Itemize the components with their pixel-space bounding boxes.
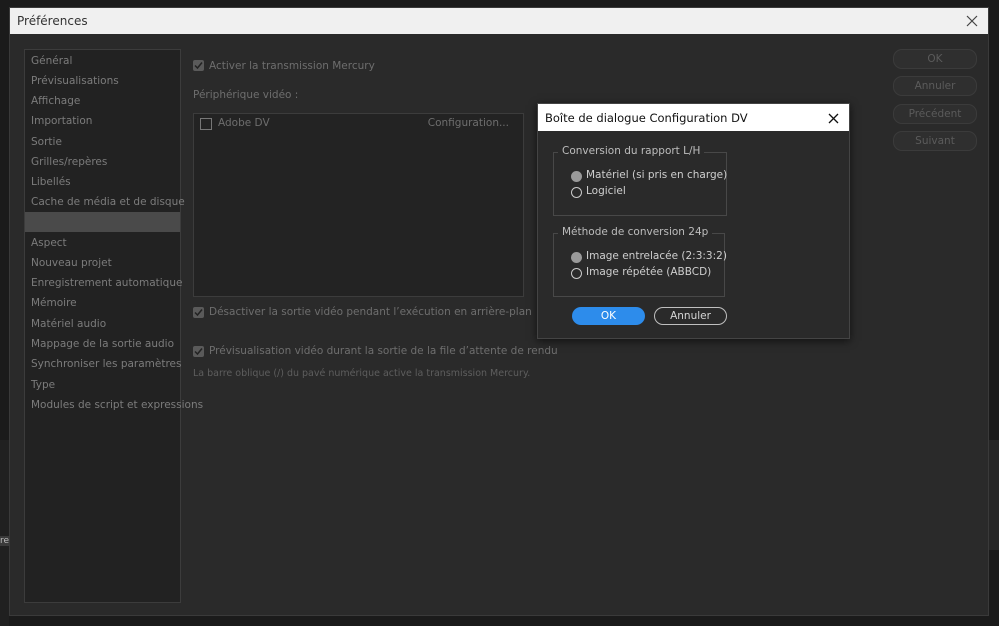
close-icon[interactable] — [823, 108, 843, 128]
dv-dialog-title: Boîte de dialogue Configuration DV — [545, 111, 748, 125]
aspect-ratio-legend: Conversion du rapport L/H — [558, 145, 705, 157]
sidebar-item-memory[interactable]: Mémoire — [25, 293, 180, 313]
sidebar-item-display[interactable]: Affichage — [25, 91, 180, 111]
mercury-label: Activer la transmission Mercury — [209, 60, 375, 72]
sidebar-item-output[interactable]: Sortie — [25, 132, 180, 152]
aspect-ratio-group — [553, 152, 727, 216]
dv-cancel-button[interactable]: Annuler — [654, 307, 727, 325]
pulldown-method-group — [553, 233, 725, 297]
sidebar-item-new-project[interactable]: Nouveau projet — [25, 253, 180, 273]
render-queue-preview-label: Prévisualisation vidéo durant la sortie … — [209, 345, 558, 357]
radio-software[interactable] — [571, 187, 582, 198]
next-button[interactable]: Suivant — [893, 131, 977, 151]
radio-software-label: Logiciel — [586, 185, 626, 197]
sidebar-item-audio-hardware[interactable]: Matériel audio — [25, 314, 180, 334]
sidebar-item-sync-settings[interactable]: Synchroniser les paramètres — [25, 354, 182, 374]
radio-interlaced-label: Image entrelacée (2:3:3:2) — [586, 250, 727, 262]
background-app-panel-right — [989, 440, 999, 550]
sidebar-item-audio-mapping[interactable]: Mappage de la sortie audio — [25, 334, 180, 354]
mercury-checkbox[interactable] — [193, 60, 204, 71]
sidebar-item-grids[interactable]: Grilles/repères — [25, 152, 180, 172]
sidebar-item-labels[interactable]: Libellés — [25, 172, 180, 192]
radio-interlaced[interactable] — [571, 252, 582, 263]
sidebar-item-previews[interactable]: Prévisualisations — [25, 71, 180, 91]
mercury-hint: La barre oblique (/) du pavé numérique a… — [193, 368, 531, 379]
dv-dialog-titlebar: Boîte de dialogue Configuration DV — [538, 104, 849, 131]
adobe-dv-checkbox[interactable] — [200, 118, 212, 130]
pulldown-method-legend: Méthode de conversion 24p — [558, 226, 713, 238]
video-device-heading: Périphérique vidéo : — [193, 89, 299, 101]
preferences-titlebar: Préférences — [10, 8, 988, 34]
window-title: Préférences — [17, 14, 88, 28]
device-config-link[interactable]: Configuration... — [428, 117, 509, 129]
sidebar-item-scripting[interactable]: Modules de script et expressions — [25, 395, 203, 415]
disable-bg-label: Désactiver la sortie vidéo pendant l’exé… — [209, 306, 532, 318]
background-app-panel — [0, 440, 9, 626]
background-edge-text: re — [0, 536, 9, 546]
cancel-button[interactable]: Annuler — [893, 76, 977, 96]
sidebar-item-media-cache[interactable]: Cache de média et de disque — [25, 192, 185, 212]
ok-button[interactable]: OK — [893, 49, 977, 69]
radio-repeated[interactable] — [571, 268, 582, 279]
close-icon[interactable] — [962, 11, 982, 31]
dv-ok-button[interactable]: OK — [572, 307, 645, 325]
dv-config-dialog: Boîte de dialogue Configuration DV Conve… — [537, 103, 850, 339]
render-queue-preview-checkbox[interactable] — [193, 346, 204, 357]
disable-bg-checkbox[interactable] — [193, 307, 204, 318]
sidebar-item-type[interactable]: Type — [25, 375, 180, 395]
sidebar-item-import[interactable]: Importation — [25, 111, 180, 131]
preferences-sidebar: Général Prévisualisations Affichage Impo… — [24, 49, 203, 603]
device-name: Adobe DV — [218, 117, 270, 129]
radio-hardware[interactable] — [571, 171, 582, 182]
previous-button[interactable]: Précédent — [893, 104, 977, 124]
sidebar-item-video-preview[interactable] — [25, 212, 180, 232]
sidebar-item-general[interactable]: Général — [25, 51, 180, 71]
radio-repeated-label: Image répétée (ABBCD) — [586, 266, 712, 278]
video-device-list: Adobe DV Configuration... — [193, 113, 524, 297]
sidebar-item-autosave[interactable]: Enregistrement automatique — [25, 273, 182, 293]
sidebar-item-appearance[interactable]: Aspect — [25, 233, 180, 253]
radio-hardware-label: Matériel (si pris en charge) — [586, 169, 728, 181]
